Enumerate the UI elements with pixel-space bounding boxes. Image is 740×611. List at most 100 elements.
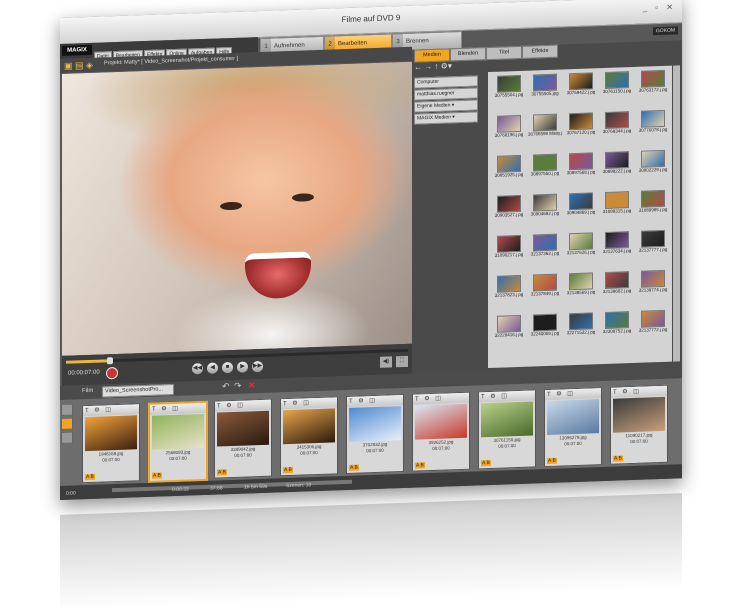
clip-toolbar-icon[interactable]: T ⚙ ◫ <box>413 392 469 405</box>
storyboard-clip[interactable]: T ⚙ ◫ 2568093.jpg 00:07:00 A B <box>148 400 208 483</box>
fullscreen-icon[interactable]: ⛶ <box>396 355 408 368</box>
clip-toolbar-icon[interactable]: T ⚙ ◫ <box>150 402 206 415</box>
app-window: Filme auf DVD 9 _ ▫ ✕ MAGIX DateiBearbei… <box>60 0 682 501</box>
clip-toolbar-icon[interactable]: T ⚙ ◫ <box>215 399 271 412</box>
media-thumbnail[interactable]: 32137362.j pg <box>528 233 562 264</box>
tab-medien[interactable]: Medien <box>414 48 450 63</box>
media-thumbnail[interactable]: 31089985.j pg <box>636 189 670 221</box>
storyboard-clip[interactable]: T ⚙ ◫ 13096279.jpg 00:07:00 A B <box>544 387 602 468</box>
folder-user[interactable]: matthias.ruegner <box>414 87 478 101</box>
transition-icon[interactable]: A B <box>85 473 95 481</box>
transition-icon[interactable]: A B <box>415 462 425 469</box>
thumbnail-caption: 30766598 Matty.jpg <box>528 130 562 137</box>
media-thumbnail[interactable]: 32137823.j pg <box>492 274 526 306</box>
rewind-icon[interactable]: ◀◀ <box>192 363 203 375</box>
media-thumbnail[interactable]: 32138602.j pg <box>600 271 634 302</box>
media-thumbnail[interactable]: 30768344.j pg <box>600 111 634 142</box>
tab-blenden[interactable]: Blenden <box>450 47 486 62</box>
media-thumbnail[interactable]: 30763172.j pg <box>636 69 670 101</box>
play-icon[interactable]: ▶ <box>237 361 248 373</box>
media-thumbnail[interactable]: 31089315.j pg <box>600 191 634 222</box>
media-thumbnail[interactable]: 30761150.j pg <box>600 71 634 102</box>
storyboard-clip[interactable]: T ⚙ ◫ 11090217.jpg 00:07:00 A B <box>610 384 668 465</box>
media-thumbnail[interactable]: 32138569.j pg <box>564 272 598 303</box>
media-thumbnail[interactable]: 30904682.j pg <box>528 193 562 224</box>
media-thumbnail[interactable]: 30755504.j pg <box>492 74 526 106</box>
folder-eigene-medien[interactable]: Eigene Medien ▾ <box>414 99 478 113</box>
fast-forward-icon[interactable]: ▶▶ <box>252 360 263 373</box>
delete-icon[interactable]: ✕ <box>248 380 256 391</box>
video-preview[interactable] <box>62 61 412 356</box>
clip-toolbar-icon[interactable]: T ⚙ ◫ <box>545 388 601 401</box>
media-thumbnail[interactable]: 31090217.j pg <box>492 234 526 266</box>
folder-computer[interactable]: Computer <box>414 75 478 89</box>
media-thumbnail[interactable]: 30768196.j pg <box>492 114 526 146</box>
media-thumbnail[interactable]: 30766598 Matty.jpg <box>528 113 562 144</box>
navigation-arrows-icon[interactable]: ← → ↑ ⚙▾ <box>414 60 478 74</box>
media-scrollbar[interactable] <box>673 65 680 362</box>
transition-icon[interactable]: A B <box>152 472 162 479</box>
clip-thumbnail <box>283 408 335 445</box>
position-knob[interactable] <box>107 357 114 365</box>
thumbnail-image <box>641 149 665 168</box>
step-back-icon[interactable]: ◀ <box>207 362 218 374</box>
media-thumbnail[interactable]: 30851925.j pg <box>492 154 526 186</box>
view-storyboard-icon[interactable] <box>61 403 73 416</box>
clip-duration: 00:07:00 <box>169 455 187 462</box>
thumbnail-image <box>641 189 665 208</box>
media-thumbnail[interactable]: 30903527.j pg <box>492 194 526 226</box>
window-controls[interactable]: _ ▫ ✕ <box>643 2 676 12</box>
media-thumbnail[interactable]: 30770078.j pg <box>636 109 670 141</box>
storyboard-clip[interactable]: T ⚙ ◫ 3926252.jpg 00:07:00 A B <box>412 391 470 472</box>
media-thumbnail[interactable]: 30897550.j pg <box>528 153 562 184</box>
media-thumbnail[interactable]: 32137849.j pg <box>528 273 562 304</box>
clip-toolbar-icon[interactable]: T ⚙ ◫ <box>347 395 403 407</box>
media-thumbnail[interactable]: 30904869.j pg <box>564 192 598 223</box>
storyboard-clip[interactable]: T ⚙ ◫ 3389042.jpg 00:07:00 A B <box>214 398 272 479</box>
tab-titel[interactable]: Titel <box>486 45 522 61</box>
media-thumbnail[interactable]: 30755505.jpg <box>528 73 562 104</box>
clip-toolbar-icon[interactable]: T ⚙ ◫ <box>479 390 535 403</box>
clip-toolbar-icon[interactable]: T ⚙ ◫ <box>281 397 337 410</box>
transition-icon[interactable]: A B <box>217 469 227 476</box>
undo-icon[interactable]: ↶ <box>222 381 230 392</box>
transition-icon[interactable]: A B <box>283 466 293 474</box>
thumbnail-caption: 32138774.j pg <box>638 286 668 293</box>
media-thumbnail[interactable]: 30898222.j pg <box>600 151 634 182</box>
redo-icon[interactable]: ↷ <box>234 381 242 392</box>
clip-toolbar-icon[interactable]: T ⚙ ◫ <box>83 404 139 417</box>
media-thumbnail[interactable]: 32137634.j pg <box>600 231 634 262</box>
media-thumbnail[interactable]: 32229416.j pg <box>492 314 526 346</box>
media-thumbnail[interactable]: 30767120.j pg <box>564 112 598 143</box>
folder-magix-medien[interactable]: MAGIX Medien ▾ <box>414 111 478 125</box>
tab-effekte[interactable]: Effekte <box>522 44 558 59</box>
record-icon[interactable] <box>106 366 118 380</box>
volume-icon[interactable]: ◀) <box>380 356 392 368</box>
media-thumbnail[interactable]: 32137772.j pg <box>636 309 670 341</box>
view-timeline-icon[interactable] <box>61 417 73 430</box>
media-thumbnail[interactable]: 30759422.j pg <box>564 72 598 103</box>
view-list-icon[interactable] <box>61 431 73 444</box>
transition-icon[interactable]: A B <box>481 459 491 467</box>
media-thumbnail[interactable]: 32308752.j pg <box>600 311 634 342</box>
storyboard-clip[interactable]: T ⚙ ◫ 3415306.jpg 00:07:00 A B <box>280 396 338 477</box>
media-thumbnail[interactable]: 32271532.j pg <box>564 312 598 343</box>
media-thumbnail[interactable]: 32137777.j pg <box>636 229 670 261</box>
stop-icon[interactable]: ■ <box>222 361 233 374</box>
storyboard-clip[interactable]: T ⚙ ◫ 3702832.jpg 00:07:00 A B <box>346 393 404 475</box>
media-thumbnail[interactable]: 32138774.j pg <box>636 269 670 301</box>
folder-icon[interactable]: ▣ ▤ ◈ <box>64 60 93 72</box>
media-thumbnail[interactable]: 32240009.j pg <box>528 313 562 344</box>
tab-label: Aufnehmen <box>274 42 305 50</box>
thumbnail-caption: 31090217.j pg <box>494 251 524 258</box>
transition-icon[interactable]: A B <box>613 455 623 462</box>
thumbnail-caption: 31089315.j pg <box>602 208 632 215</box>
storyboard-clip[interactable]: T ⚙ ◫ 30761150.jpg 00:07:00 A B <box>478 389 536 470</box>
clip-toolbar-icon[interactable]: T ⚙ ◫ <box>611 385 667 398</box>
media-thumbnail[interactable]: 32137626.j pg <box>564 232 598 263</box>
media-thumbnail[interactable]: 30902229.j pg <box>636 149 670 181</box>
media-thumbnail[interactable]: 30897568.j pg <box>564 152 598 183</box>
transition-icon[interactable]: A B <box>349 464 359 471</box>
storyboard-clip[interactable]: T ⚙ ◫ 1948168.jpg 00:07:00 A B <box>82 403 140 484</box>
transition-icon[interactable]: A B <box>547 457 557 464</box>
